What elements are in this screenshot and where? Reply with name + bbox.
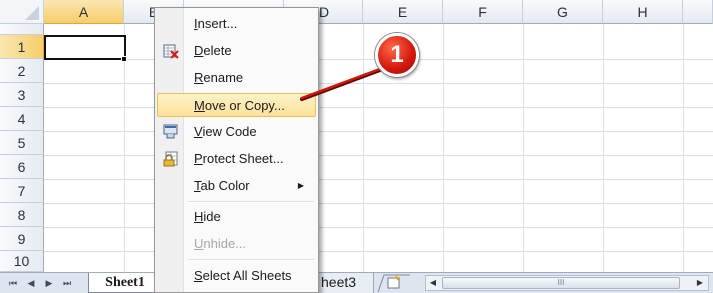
scroll-right-arrow-icon[interactable]: ▶ — [694, 277, 706, 289]
menu-item-label: Rename — [194, 70, 244, 85]
first-sheet-nav-icon[interactable]: ⏮ — [6, 276, 20, 290]
column-header-f[interactable]: F — [443, 0, 523, 24]
gridline — [363, 24, 364, 272]
column-header-a[interactable]: A — [44, 0, 124, 24]
fill-handle[interactable] — [121, 56, 127, 62]
menu-item-select-all-sheets[interactable]: Select All Sheets — [157, 264, 316, 288]
gridline — [443, 24, 444, 272]
row-header-5[interactable]: 5 — [0, 131, 44, 155]
gridline — [44, 155, 713, 156]
delete-sheet-icon — [163, 44, 179, 59]
row-header-2[interactable]: 2 — [0, 59, 44, 83]
gridline — [44, 131, 713, 132]
menu-item-label: Insert... — [194, 16, 238, 31]
row-header-7[interactable]: 7 — [0, 179, 44, 203]
scrollbar-thumb[interactable]: III — [442, 277, 680, 289]
insert-worksheet-icon — [377, 274, 410, 293]
gridline — [44, 83, 713, 84]
protect-sheet-icon — [163, 151, 178, 167]
previous-sheet-nav-icon[interactable]: ◀ — [24, 276, 38, 290]
menu-item-move-or-copy[interactable]: Move or Copy... — [157, 93, 316, 117]
gridline — [683, 24, 684, 272]
menu-separator-highlight — [188, 260, 314, 261]
menu-item-rename[interactable]: Rename — [157, 66, 316, 90]
menu-item-label: View Code — [194, 124, 257, 139]
spreadsheet-grid: A B C D E F G H 1 2 3 4 5 6 7 8 9 10 — [0, 0, 713, 272]
gridline — [44, 251, 713, 252]
row-header-8[interactable]: 8 — [0, 203, 44, 227]
gridline — [603, 24, 604, 272]
sheet-tab-sheet3[interactable]: heet3 — [318, 273, 374, 293]
menu-item-unhide: Unhide... — [157, 232, 316, 256]
menu-item-tab-color[interactable]: Tab Color ▶ — [157, 174, 316, 198]
gridline — [44, 227, 713, 228]
menu-separator-highlight — [188, 202, 314, 203]
last-sheet-nav-icon[interactable]: ⏭ — [60, 276, 74, 290]
menu-item-protect-sheet[interactable]: Protect Sheet... — [157, 147, 316, 171]
row-header-3[interactable]: 3 — [0, 83, 44, 107]
menu-item-label: Hide — [194, 209, 221, 224]
next-sheet-nav-icon[interactable]: ▶ — [42, 276, 56, 290]
menu-item-label: Protect Sheet... — [194, 151, 284, 166]
step-number-badge: 1 — [375, 33, 419, 77]
menu-item-label: Delete — [194, 43, 232, 58]
menu-item-delete[interactable]: Delete — [157, 39, 316, 63]
gridline — [44, 179, 713, 180]
row-header-spacer — [0, 24, 44, 35]
menu-item-insert[interactable]: Insert... — [157, 12, 316, 36]
gridline — [523, 24, 524, 272]
row-header-9[interactable]: 9 — [0, 227, 44, 251]
row-header-10[interactable]: 10 — [0, 251, 44, 272]
select-all-corner[interactable] — [0, 0, 44, 24]
scroll-left-arrow-icon[interactable]: ◀ — [427, 277, 439, 289]
active-cell-a1[interactable] — [44, 35, 126, 60]
sheet-tab-bar: ⏮ ◀ ▶ ⏭ heet3 Sheet1 ◀ III ▶ — [0, 272, 713, 293]
column-header-e[interactable]: E — [363, 0, 443, 24]
row-header-4[interactable]: 4 — [0, 107, 44, 131]
sheet-tab-context-menu: Insert... Delete Rename Move or Copy... … — [154, 7, 319, 293]
view-code-icon — [163, 124, 178, 139]
submenu-arrow-icon: ▶ — [297, 181, 304, 190]
menu-item-label: Move or Copy... — [194, 98, 285, 113]
column-header-g[interactable]: G — [523, 0, 603, 24]
menu-item-label: Select All Sheets — [194, 268, 292, 283]
select-all-triangle-icon — [25, 6, 39, 20]
gridline — [44, 107, 713, 108]
menu-item-label: Tab Color — [194, 178, 250, 193]
gridline — [44, 203, 713, 204]
row-header-6[interactable]: 6 — [0, 155, 44, 179]
insert-worksheet-tab[interactable] — [374, 273, 414, 293]
menu-item-view-code[interactable]: View Code — [157, 120, 316, 144]
menu-item-label: Unhide... — [194, 236, 247, 251]
column-header-i[interactable] — [683, 0, 713, 24]
column-header-h[interactable]: H — [603, 0, 683, 24]
horizontal-scrollbar[interactable]: ◀ III ▶ — [425, 275, 709, 291]
row-header-1[interactable]: 1 — [0, 35, 44, 59]
sheet-tab-sheet1[interactable]: Sheet1 — [88, 273, 162, 293]
menu-item-hide[interactable]: Hide — [157, 205, 316, 229]
